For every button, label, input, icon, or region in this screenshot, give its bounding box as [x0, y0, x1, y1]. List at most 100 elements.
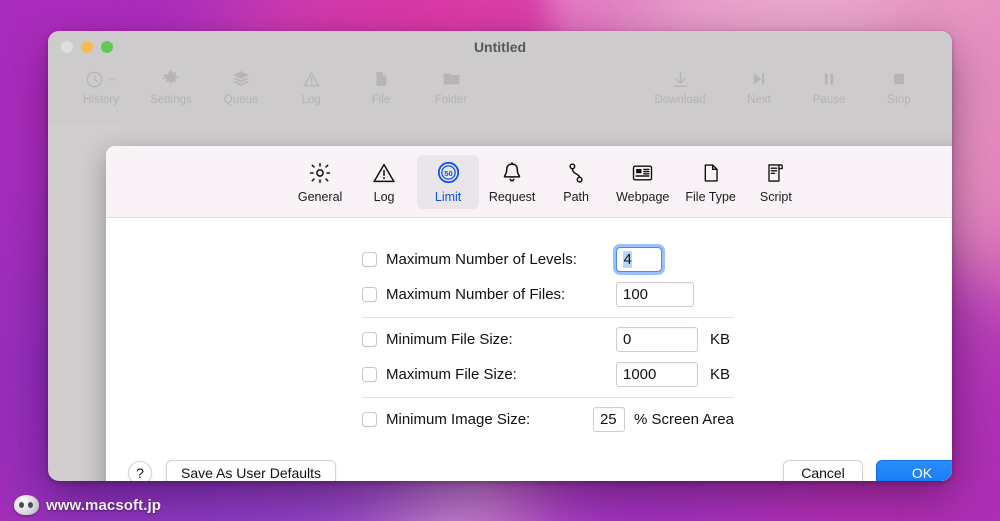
form-group-image-size: Minimum Image Size: 25 % Screen Area	[362, 402, 734, 437]
divider-counts-sizes	[362, 317, 734, 318]
toolbar-label-pause: Pause	[812, 94, 846, 106]
limit-form: Maximum Number of Levels: 4 Maximum Numb…	[106, 242, 952, 437]
app-window: Untitled History Settings Queue Log File…	[48, 31, 952, 481]
toolbar-label-settings: Settings	[150, 94, 192, 106]
stop-square-icon	[890, 66, 908, 92]
tab-label-limit: Limit	[434, 189, 462, 204]
toolbar-item-stop[interactable]: Stop	[864, 65, 934, 106]
tab-request[interactable]: Request	[481, 155, 543, 209]
window-title: Untitled	[473, 39, 527, 55]
settings-sheet: General Log 50 Limit Request Path Webpag…	[106, 146, 952, 481]
chevron-down-icon	[108, 77, 116, 82]
tab-file-type[interactable]: File Type	[678, 155, 743, 209]
ok-button[interactable]: OK	[876, 459, 952, 481]
path-node-icon	[564, 159, 588, 187]
settings-body: Maximum Number of Levels: 4 Maximum Numb…	[106, 218, 952, 481]
row-maximum-number-of-files: Maximum Number of Files: 100	[362, 277, 734, 312]
form-group-file-sizes: Minimum File Size: 0 KB Maximum File Siz…	[362, 322, 734, 392]
toolbar-item-download[interactable]: Download	[636, 65, 724, 106]
toolbar-item-file[interactable]: File	[346, 65, 416, 106]
checkbox-maximum-number-of-levels[interactable]	[362, 252, 377, 267]
toolbar-label-file: File	[371, 94, 391, 106]
pause-icon	[820, 66, 838, 92]
unit-minimum-image-size: % Screen Area	[633, 411, 734, 428]
svg-text:50: 50	[444, 169, 453, 178]
input-maximum-number-of-files[interactable]: 100	[616, 282, 694, 307]
cancel-button[interactable]: Cancel	[783, 459, 863, 481]
download-arrow-icon	[671, 66, 690, 92]
tab-general[interactable]: General	[289, 155, 351, 209]
script-scroll-icon	[764, 159, 787, 187]
toolbar-item-log[interactable]: Log	[276, 65, 346, 106]
toolbar-item-history[interactable]: History	[66, 65, 136, 106]
form-group-counts: Maximum Number of Levels: 4 Maximum Numb…	[362, 242, 734, 312]
settings-tab-bar: General Log 50 Limit Request Path Webpag…	[106, 146, 952, 218]
toolbar-label-queue: Queue	[223, 94, 259, 106]
input-value-maximum-number-of-levels: 4	[623, 251, 633, 268]
gear-icon	[308, 159, 332, 187]
warning-triangle-icon	[372, 159, 396, 187]
tab-log[interactable]: Log	[353, 155, 415, 209]
mouse-logo-icon	[14, 495, 39, 515]
toolbar-label-next: Next	[747, 94, 771, 106]
speed-limit-50-icon: 50	[436, 159, 461, 187]
layers-icon	[231, 66, 251, 92]
input-value-minimum-image-size: 25	[599, 411, 617, 428]
tab-label-file-type: File Type	[685, 189, 736, 204]
window-titlebar: Untitled	[48, 31, 952, 63]
input-minimum-file-size[interactable]: 0	[616, 327, 698, 352]
row-maximum-file-size: Maximum File Size: 1000 KB	[362, 357, 734, 392]
input-minimum-image-size[interactable]: 25	[592, 407, 625, 432]
tab-limit[interactable]: 50 Limit	[417, 154, 480, 209]
toolbar-label-log: Log	[301, 94, 321, 106]
folder-icon	[441, 66, 462, 92]
toolbar-label-history: History	[83, 94, 119, 106]
input-maximum-file-size[interactable]: 1000	[616, 362, 698, 387]
file-page-icon	[700, 159, 722, 187]
tab-label-log: Log	[373, 189, 395, 204]
clock-icon	[85, 66, 117, 92]
label-maximum-number-of-files: Maximum Number of Files:	[386, 286, 566, 303]
input-value-maximum-number-of-files: 100	[623, 286, 649, 303]
toolbar-item-pause[interactable]: Pause	[794, 65, 864, 106]
tab-label-request: Request	[488, 189, 536, 204]
bell-icon	[500, 159, 524, 187]
unit-maximum-file-size: KB	[710, 366, 731, 383]
tab-script[interactable]: Script	[745, 155, 807, 209]
toolbar-item-queue[interactable]: Queue	[206, 65, 276, 106]
checkbox-maximum-file-size[interactable]	[362, 367, 377, 382]
label-minimum-file-size: Minimum File Size:	[386, 331, 513, 348]
webpage-icon	[630, 159, 655, 187]
gear-icon	[161, 66, 181, 92]
tab-label-webpage: Webpage	[616, 189, 670, 204]
label-maximum-file-size: Maximum File Size:	[386, 366, 517, 383]
row-minimum-image-size: Minimum Image Size: 25 % Screen Area	[362, 402, 734, 437]
tab-webpage[interactable]: Webpage	[609, 155, 676, 209]
main-toolbar: History Settings Queue Log File Folder D…	[48, 63, 952, 123]
checkbox-maximum-number-of-files[interactable]	[362, 287, 377, 302]
tab-label-general: General	[297, 189, 343, 204]
row-maximum-number-of-levels: Maximum Number of Levels: 4	[362, 242, 734, 277]
toolbar-item-settings[interactable]: Settings	[136, 65, 206, 106]
document-icon	[372, 66, 390, 92]
toolbar-label-stop: Stop	[887, 94, 911, 106]
save-as-user-defaults-button[interactable]: Save As User Defaults	[166, 459, 337, 481]
toolbar-label-download: Download	[654, 94, 706, 106]
input-value-maximum-file-size: 1000	[623, 366, 657, 383]
toolbar-item-folder[interactable]: Folder	[416, 65, 486, 106]
divider-sizes-image	[362, 397, 734, 398]
settings-footer: ? Save As User Defaults Cancel OK	[106, 442, 952, 481]
desktop-wallpaper: Untitled History Settings Queue Log File…	[0, 0, 1000, 521]
unit-minimum-file-size: KB	[710, 331, 731, 348]
input-value-minimum-file-size: 0	[623, 331, 632, 348]
watermark: www.macsoft.jp	[14, 495, 161, 515]
toolbar-left-group: History Settings Queue Log File Folder	[66, 65, 486, 106]
checkbox-minimum-image-size[interactable]	[362, 412, 377, 427]
help-button[interactable]: ?	[128, 461, 152, 481]
label-minimum-image-size: Minimum Image Size:	[386, 411, 531, 428]
checkbox-minimum-file-size[interactable]	[362, 332, 377, 347]
toolbar-item-next[interactable]: Next	[724, 65, 794, 106]
tab-label-path: Path	[563, 189, 589, 204]
input-maximum-number-of-levels[interactable]: 4	[616, 247, 662, 272]
tab-path[interactable]: Path	[545, 155, 607, 209]
